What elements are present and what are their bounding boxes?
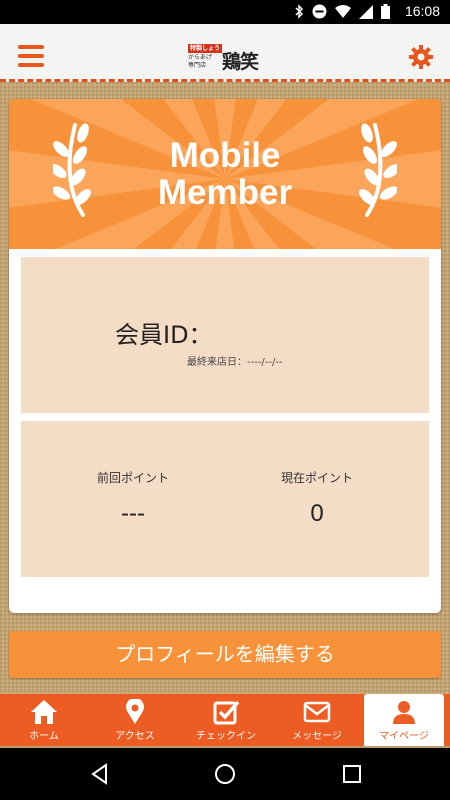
tab-checkin[interactable]: チェックイン	[182, 694, 270, 746]
tab-message[interactable]: メッセージ	[273, 694, 361, 746]
status-icons	[294, 4, 390, 19]
member-id-label: 会員ID：	[115, 321, 213, 349]
home-icon	[31, 700, 57, 724]
previous-points: 前回ポイント ---	[63, 469, 203, 528]
bottom-tab-bar: ホーム アクセス チェックイン メッセージ マイページ	[0, 694, 450, 746]
tab-access[interactable]: アクセス	[91, 694, 179, 746]
brand-logo: 特製しょうゆ からあげ 専門店 鶏笑	[188, 44, 259, 73]
previous-points-label: 前回ポイント	[96, 471, 169, 485]
banner-title: Mobile Member	[157, 136, 293, 212]
last-visit-date: 最終来店日：----/--/--	[187, 357, 283, 368]
previous-points-value: ---	[121, 500, 145, 527]
mobile-member-banner: Mobile Member	[9, 99, 441, 249]
home-nav-icon[interactable]	[213, 762, 237, 786]
battery-icon	[381, 4, 390, 19]
menu-icon[interactable]	[18, 45, 44, 67]
map-pin-icon	[126, 699, 144, 724]
current-points: 現在ポイント 0	[247, 469, 387, 528]
member-id-panel: 会員ID： 最終来店日：----/--/--	[21, 257, 429, 413]
points-panel: 前回ポイント --- 現在ポイント 0	[21, 421, 429, 577]
signal-icon	[359, 4, 373, 19]
app-header: 特製しょうゆ からあげ 専門店 鶏笑	[0, 24, 450, 82]
back-icon[interactable]	[88, 762, 112, 786]
member-card: Mobile Member 会員ID： 最終来店日：----/--/-- 前回ポ…	[9, 99, 441, 613]
wifi-icon	[335, 4, 351, 18]
recents-icon[interactable]	[340, 762, 364, 786]
envelope-icon	[303, 701, 331, 723]
system-nav-bar	[0, 748, 450, 800]
status-time: 16:08	[404, 3, 440, 19]
tab-home[interactable]: ホーム	[0, 694, 88, 746]
tab-mypage[interactable]: マイページ	[364, 694, 444, 746]
checkbox-icon	[213, 700, 240, 725]
gear-icon[interactable]	[408, 44, 434, 70]
bluetooth-icon	[295, 4, 304, 19]
edit-profile-button[interactable]: プロフィールを編集する	[9, 631, 441, 678]
person-icon	[393, 701, 415, 724]
current-points-value: 0	[310, 500, 324, 527]
status-bar: 16:08	[0, 0, 450, 24]
current-points-label: 現在ポイント	[280, 471, 353, 485]
dnd-icon	[312, 4, 327, 19]
